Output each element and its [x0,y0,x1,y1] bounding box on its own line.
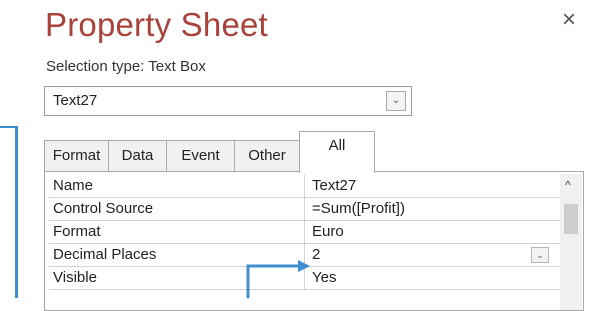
tab-all[interactable]: All [299,131,375,173]
